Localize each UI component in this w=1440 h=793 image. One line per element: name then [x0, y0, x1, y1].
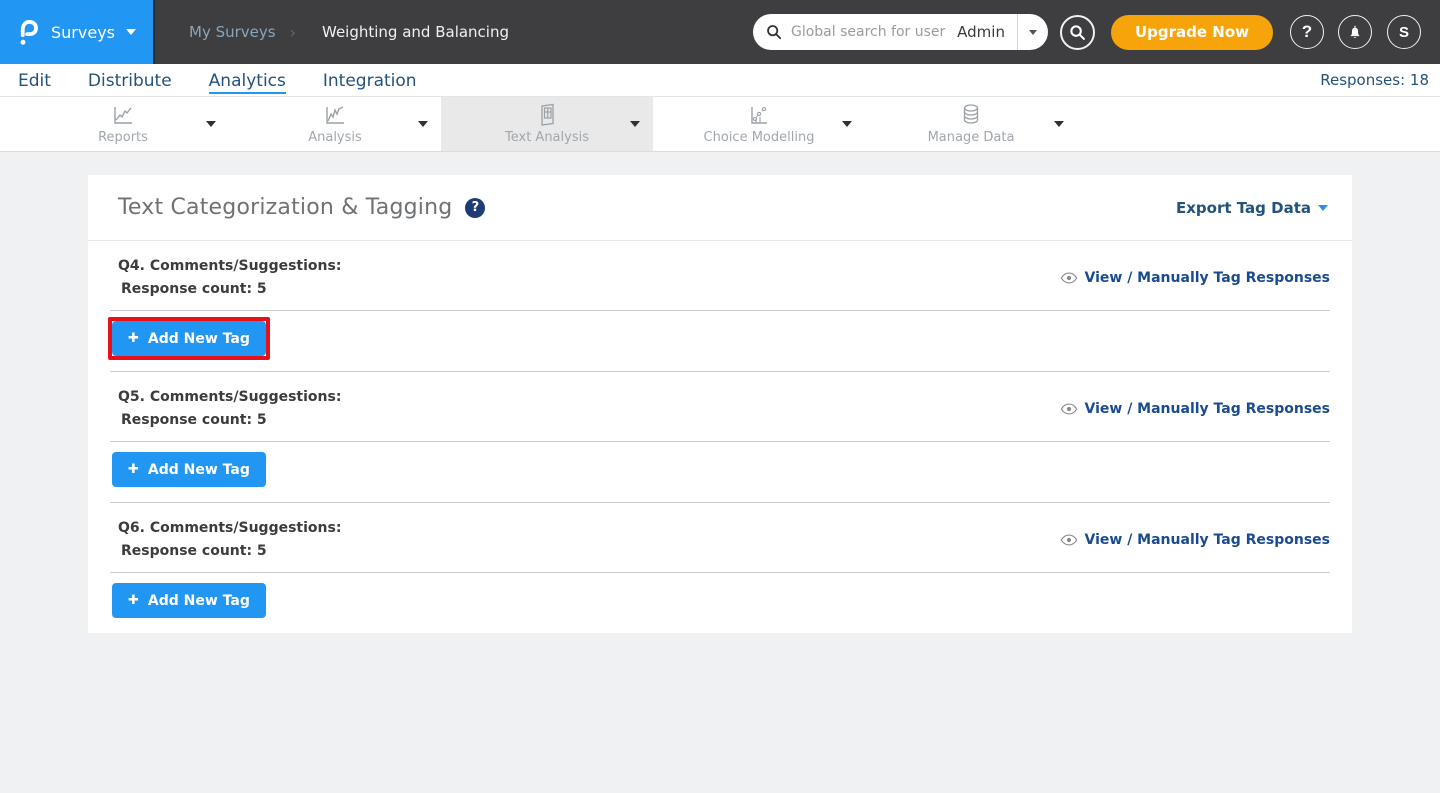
toolbar-item-analysis[interactable]: Analysis [229, 97, 441, 151]
chevron-down-icon [206, 121, 216, 127]
breadcrumb-separator: › [290, 23, 296, 42]
page-title: Text Categorization & Tagging [118, 195, 452, 220]
question-title: Q4. Comments/Suggestions: [118, 258, 341, 274]
toolbar-item-manage-data[interactable]: Manage Data [865, 97, 1077, 151]
chevron-down-icon [1318, 205, 1328, 211]
help-icon[interactable]: ? [465, 198, 485, 218]
breadcrumb-current: Weighting and Balancing [322, 23, 509, 41]
question-section-q4: Q4. Comments/Suggestions: Response count… [88, 241, 1352, 372]
notifications-button[interactable] [1338, 15, 1372, 49]
question-info: Q6. Comments/Suggestions: Response count… [118, 520, 341, 559]
response-count: Response count: 5 [118, 412, 341, 428]
eye-icon [1060, 272, 1078, 284]
export-tag-data-dropdown[interactable]: Export Tag Data [1176, 199, 1328, 217]
chevron-down-icon [1029, 30, 1037, 35]
quick-search-button[interactable] [1060, 15, 1095, 50]
scatter-plot-icon [747, 103, 771, 127]
avatar-initial: S [1399, 24, 1409, 41]
question-title: Q5. Comments/Suggestions: [118, 389, 341, 405]
view-manually-tag-link[interactable]: View / Manually Tag Responses [1060, 401, 1331, 417]
line-chart-icon [111, 103, 135, 127]
add-new-tag-label: Add New Tag [148, 331, 250, 347]
question-info: Q4. Comments/Suggestions: Response count… [118, 258, 341, 297]
chevron-down-icon [630, 121, 640, 127]
highlight-annotation: ✚ Add New Tag [108, 317, 270, 360]
question-section-q5: Q5. Comments/Suggestions: Response count… [88, 372, 1352, 503]
toolbar-item-label: Choice Modelling [704, 130, 815, 145]
top-bar: Surveys My Surveys › Weighting and Balan… [0, 0, 1440, 64]
text-tagging-card: Text Categorization & Tagging ? Export T… [88, 175, 1352, 633]
tab-edit[interactable]: Edit [18, 67, 51, 94]
button-row: ✚ Add New Tag [110, 573, 1330, 633]
chevron-down-icon [418, 121, 428, 127]
view-manually-tag-link[interactable]: View / Manually Tag Responses [1060, 270, 1331, 286]
export-tag-data-label: Export Tag Data [1176, 199, 1311, 217]
view-link-label: View / Manually Tag Responses [1085, 270, 1331, 286]
view-link-label: View / Manually Tag Responses [1085, 532, 1331, 548]
add-new-tag-label: Add New Tag [148, 462, 250, 478]
responses-count: Responses: 18 [1320, 71, 1429, 89]
tab-distribute[interactable]: Distribute [88, 67, 172, 94]
add-new-tag-label: Add New Tag [148, 593, 250, 609]
toolbar-item-reports[interactable]: Reports [17, 97, 229, 151]
question-info: Q5. Comments/Suggestions: Response count… [118, 389, 341, 428]
question-section-q6: Q6. Comments/Suggestions: Response count… [88, 503, 1352, 633]
toolbar-item-label: Reports [98, 130, 148, 145]
text-document-icon [536, 103, 558, 127]
bell-icon [1347, 24, 1363, 41]
add-new-tag-button[interactable]: ✚ Add New Tag [112, 583, 266, 618]
trend-chart-icon [323, 103, 347, 127]
button-row: ✚ Add New Tag [110, 442, 1330, 502]
chevron-down-icon [1054, 121, 1064, 127]
section-header: Q5. Comments/Suggestions: Response count… [110, 389, 1330, 441]
toolbar-item-label: Analysis [308, 130, 362, 145]
surveys-product-menu[interactable]: Surveys [0, 0, 155, 64]
main-content: Text Categorization & Tagging ? Export T… [0, 152, 1440, 633]
search-scope-dropdown[interactable] [1018, 14, 1048, 50]
search-icon [1069, 24, 1086, 41]
tab-integration[interactable]: Integration [323, 67, 417, 94]
analytics-toolbar: Reports Analysis Text Analysis [0, 97, 1440, 152]
breadcrumb: My Surveys › Weighting and Balancing [189, 23, 509, 42]
response-count: Response count: 5 [118, 281, 341, 297]
add-new-tag-button[interactable]: ✚ Add New Tag [112, 321, 266, 356]
chevron-down-icon [842, 121, 852, 127]
plus-icon: ✚ [128, 593, 139, 608]
plus-icon: ✚ [128, 462, 139, 477]
eye-icon [1060, 403, 1078, 415]
card-header: Text Categorization & Tagging ? Export T… [88, 175, 1352, 241]
response-count: Response count: 5 [118, 543, 341, 559]
breadcrumb-parent-link[interactable]: My Surveys [189, 23, 276, 41]
help-button[interactable]: ? [1290, 15, 1324, 49]
question-title: Q6. Comments/Suggestions: [118, 520, 341, 536]
global-search-input[interactable] [791, 24, 957, 40]
button-row: ✚ Add New Tag [110, 311, 1330, 371]
upgrade-now-button[interactable]: Upgrade Now [1111, 15, 1273, 50]
search-scope-label[interactable]: Admin [957, 23, 1005, 41]
section-header: Q6. Comments/Suggestions: Response count… [110, 520, 1330, 572]
plus-icon: ✚ [128, 331, 139, 346]
add-new-tag-button[interactable]: ✚ Add New Tag [112, 452, 266, 487]
tab-analytics[interactable]: Analytics [209, 67, 286, 94]
toolbar-item-text-analysis[interactable]: Text Analysis [441, 97, 653, 151]
database-icon [960, 103, 982, 127]
survey-nav-tabs: Edit Distribute Analytics Integration Re… [0, 64, 1440, 97]
questionpro-logo-icon [17, 18, 40, 47]
toolbar-item-label: Text Analysis [505, 130, 589, 145]
view-link-label: View / Manually Tag Responses [1085, 401, 1331, 417]
search-icon [766, 24, 782, 40]
section-header: Q4. Comments/Suggestions: Response count… [110, 258, 1330, 310]
eye-icon [1060, 534, 1078, 546]
toolbar-item-label: Manage Data [928, 130, 1015, 145]
chevron-down-icon [126, 29, 136, 35]
view-manually-tag-link[interactable]: View / Manually Tag Responses [1060, 532, 1331, 548]
toolbar-item-choice-modelling[interactable]: Choice Modelling [653, 97, 865, 151]
global-search-bar: Admin [753, 14, 1048, 50]
user-avatar[interactable]: S [1387, 15, 1421, 49]
product-menu-label: Surveys [51, 23, 115, 42]
question-mark-icon: ? [1302, 22, 1312, 42]
